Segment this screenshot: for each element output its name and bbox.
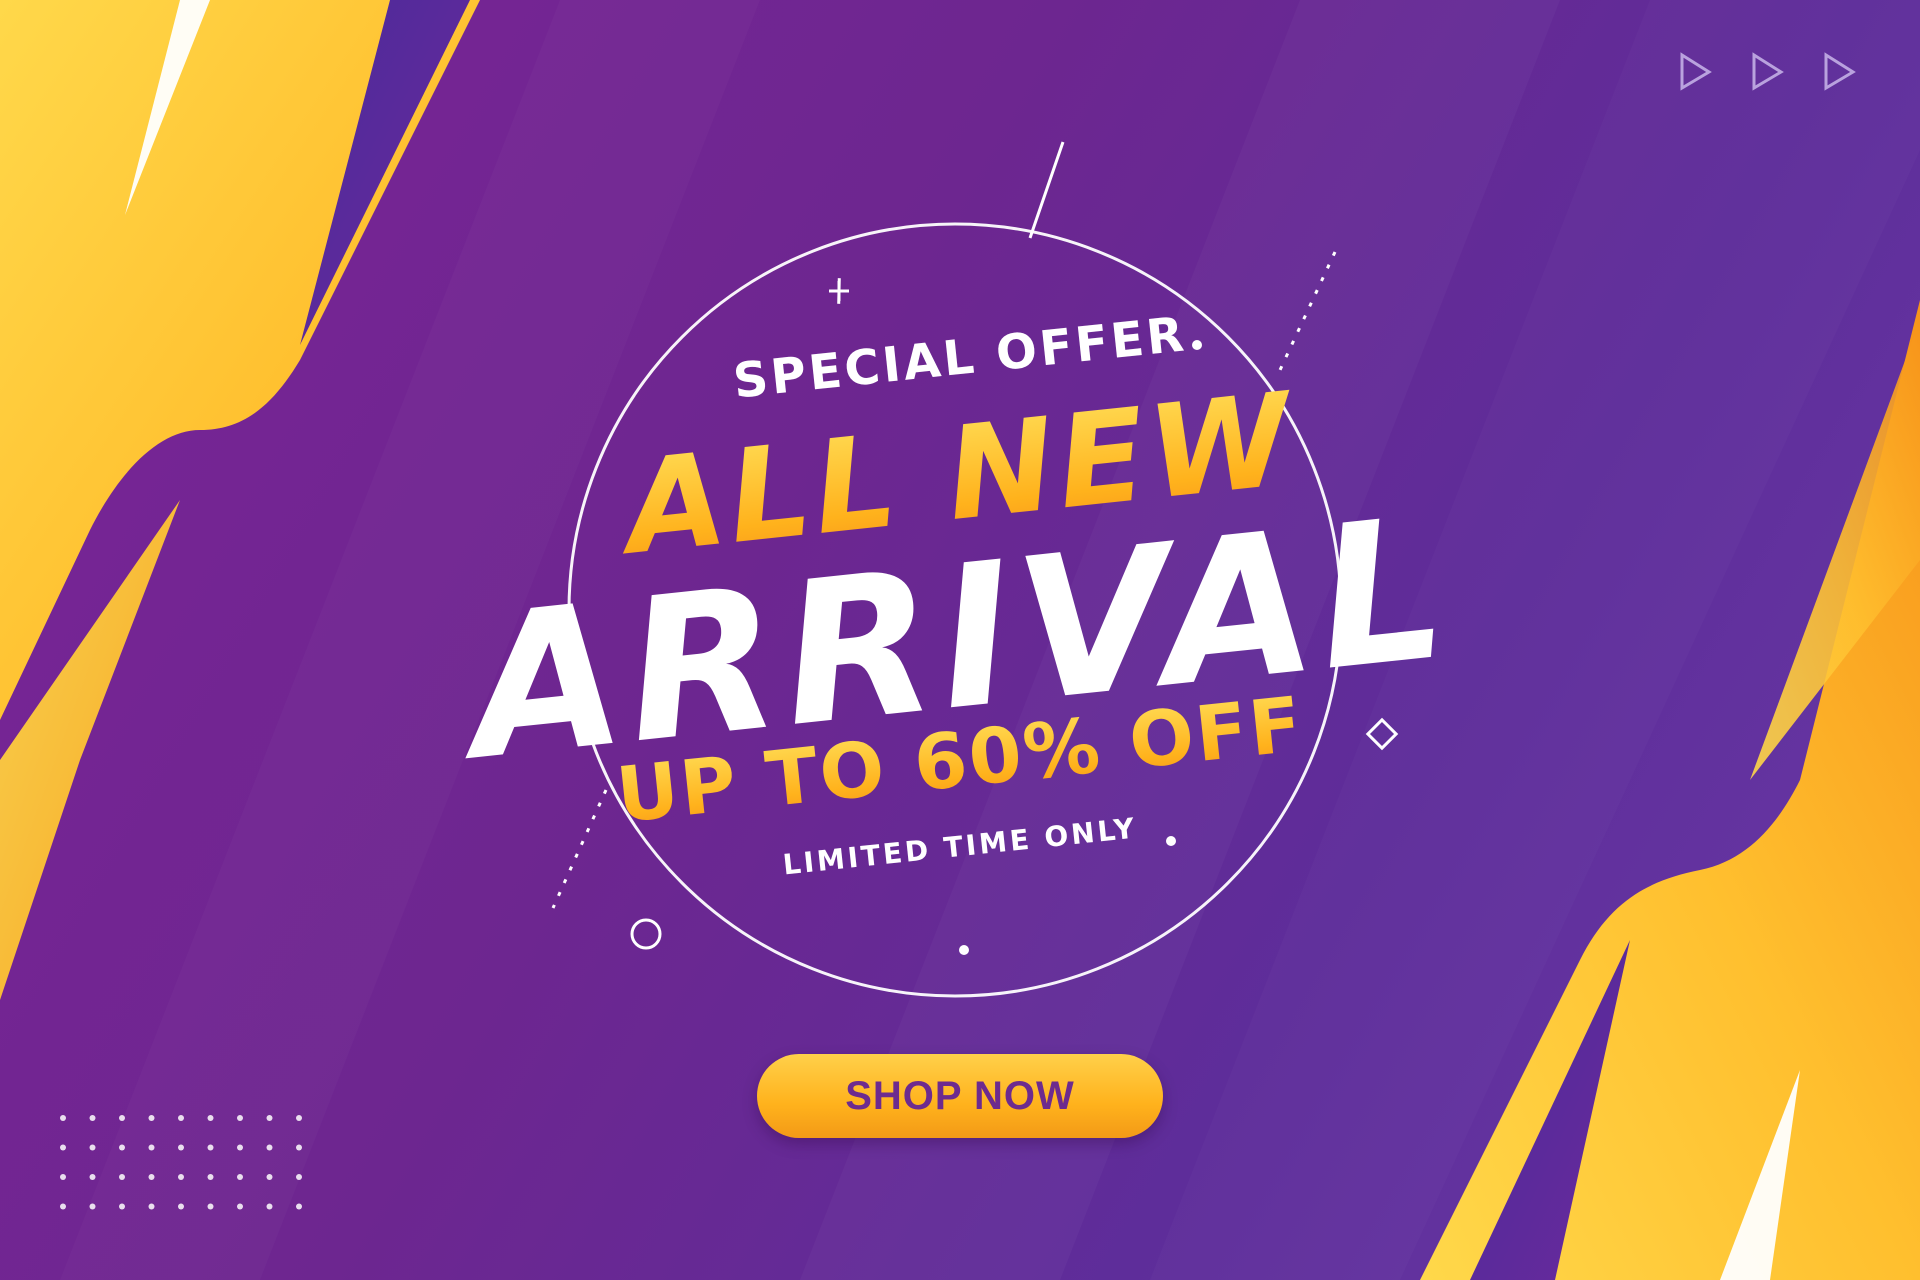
promo-banner: SPECIAL OFFER ALL NEW ARRIVAL UP TO 60% … [0,0,1920,1280]
plus-icon [829,278,849,304]
play-triangle-icon [1752,52,1784,91]
play-triangle-icon [1824,52,1856,91]
play-triangles [1680,52,1856,91]
shop-now-button[interactable]: SHOP NOW [757,1054,1163,1138]
play-triangle-icon [1680,52,1712,91]
shop-now-label: SHOP NOW [845,1073,1075,1118]
ring-icon [630,918,662,950]
